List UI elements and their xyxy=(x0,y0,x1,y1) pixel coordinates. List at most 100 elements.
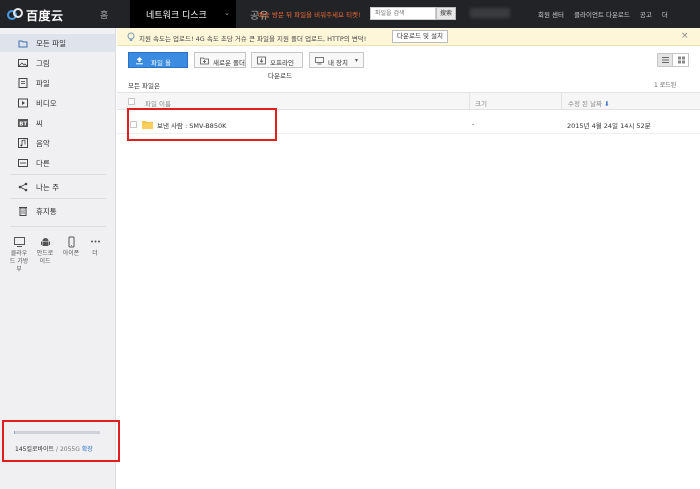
file-modified-date: 2015년 4월 24일 14시 52분 xyxy=(567,122,651,130)
grid-view-icon xyxy=(678,56,685,64)
device-android[interactable]: 안드로이드 xyxy=(34,236,56,266)
sidebar-item-music[interactable]: 음악 xyxy=(0,134,115,152)
sidebar-item-trash[interactable]: 휴지통 xyxy=(0,202,115,220)
svg-text:BT: BT xyxy=(19,121,27,127)
column-header-size[interactable]: 크기 xyxy=(475,98,487,108)
storage-separator: / xyxy=(55,446,59,453)
column-header-date-label: 수정 된 날짜 xyxy=(568,100,603,108)
sidebar-item-label: 나는 주 xyxy=(36,183,60,192)
new-folder-button[interactable]: 새로운 폴더 xyxy=(194,52,246,68)
baidu-cloud-logo[interactable]: 百度云 xyxy=(6,6,70,23)
announcement-link[interactable]: 공고 xyxy=(640,11,652,19)
select-all-checkbox[interactable] xyxy=(128,98,135,105)
upload-button-label: 파일 올 xyxy=(151,59,172,67)
device-cloud-bag[interactable]: 클라우드 가방 부 xyxy=(8,236,30,274)
sidebar-item-label: 다른 xyxy=(36,159,50,168)
view-toggle xyxy=(657,53,689,67)
file-size: - xyxy=(472,120,475,128)
sidebar-item-label: 음악 xyxy=(36,139,50,148)
list-view-icon xyxy=(662,57,669,63)
grid-view-button[interactable] xyxy=(674,54,689,66)
chevron-down-icon: ⌄ xyxy=(224,9,230,17)
bt-icon: BT xyxy=(18,119,28,127)
sidebar: 모든 파일 그림 파일 비디오 BT 씨 음악 다른 나는 주 휴지통 클라우드… xyxy=(0,28,120,489)
offline-sub-label: 다운로드 xyxy=(268,72,292,80)
share-icon xyxy=(18,182,28,192)
nav-network-disk[interactable]: 네트워크 디스크 ⌄ xyxy=(130,0,236,28)
sidebar-item-label: 그림 xyxy=(36,59,50,68)
top-links: 회원 센터 클라이언트 다운로드 공고 더 xyxy=(538,9,678,19)
lightbulb-icon xyxy=(127,32,135,41)
cloud-logo-icon xyxy=(7,8,23,20)
sidebar-item-videos[interactable]: 비디오 xyxy=(0,94,115,112)
sidebar-item-other[interactable]: 다른 xyxy=(0,154,115,172)
nav-network-disk-label: 네트워크 디스크 xyxy=(146,11,207,21)
storage-used: 145킬로바이트 xyxy=(15,446,55,453)
nav-home[interactable]: 홈 xyxy=(100,8,108,21)
search-input[interactable] xyxy=(370,7,436,20)
client-download-link[interactable]: 클라이언트 다운로드 xyxy=(574,11,630,19)
notice-bar: 지원 속도는 업로드! 4G 속도 초당 거슈 큰 파일을 지원 폴더 업로드,… xyxy=(117,28,700,46)
folder-icon xyxy=(18,40,28,48)
list-view-button[interactable] xyxy=(658,54,673,66)
sidebar-item-images[interactable]: 그림 xyxy=(0,54,115,72)
close-icon[interactable]: × xyxy=(681,31,689,41)
upload-icon xyxy=(136,57,143,65)
member-center-link[interactable]: 회원 센터 xyxy=(538,11,564,19)
search-box: 搜索 xyxy=(370,7,456,20)
sidebar-divider xyxy=(10,226,106,227)
column-header-name[interactable]: 파일 이름 xyxy=(145,98,171,108)
music-icon xyxy=(18,138,28,148)
upload-button[interactable]: 파일 올 xyxy=(128,52,188,68)
sidebar-item-all-files[interactable]: 모든 파일 xyxy=(0,34,115,52)
monitor-icon xyxy=(13,237,25,247)
storage-usage-bar xyxy=(14,431,100,434)
notice-text: 지원 속도는 업로드! 4G 속도 초당 거슈 큰 파일을 지원 폴더 업로드,… xyxy=(139,35,367,43)
device-links: 클라우드 가방 부 안드로이드 아이폰 더 xyxy=(8,236,108,281)
offline-download-button[interactable]: 오프라인 다운로드 xyxy=(251,52,303,80)
sidebar-item-documents[interactable]: 파일 xyxy=(0,74,115,92)
sidebar-item-my-shares[interactable]: 나는 주 xyxy=(0,178,115,196)
download-install-button[interactable]: 다운로드 및 설치 xyxy=(392,30,448,43)
sidebar-item-label: 비디오 xyxy=(36,99,57,108)
toolbar: 파일 올 새로운 폴더 오프라인 다운로드 내 장치 ▾ xyxy=(117,52,700,80)
offline-label: 오프라인 xyxy=(270,59,294,67)
offline-download-icon xyxy=(257,56,266,65)
promo-link[interactable]: 배송 방문 뒤 파일을 비워주세요 티켓! xyxy=(258,9,361,19)
device-more[interactable]: 더 xyxy=(84,236,106,258)
more-link[interactable]: 더 xyxy=(662,11,668,19)
android-icon xyxy=(40,238,50,246)
phone-icon xyxy=(68,236,74,248)
column-header-date[interactable]: 수정 된 날짜 ⬇ xyxy=(568,98,610,108)
device-label: 클라우드 가방 부 xyxy=(9,250,29,273)
storage-quota-panel: 145킬로바이트 / 2055G 확장 xyxy=(2,420,120,462)
device-label: 안드로이드 xyxy=(36,250,54,265)
search-button[interactable]: 搜索 xyxy=(436,7,456,20)
storage-quota-text: 145킬로바이트 / 2055G 확장 xyxy=(15,444,93,453)
storage-usage-fill xyxy=(14,431,15,434)
chevron-down-icon: ▾ xyxy=(355,57,359,64)
image-icon xyxy=(18,59,28,67)
trash-icon xyxy=(19,207,27,216)
my-device-button[interactable]: 내 장치 ▾ xyxy=(309,52,364,68)
more-icon xyxy=(90,240,100,243)
loaded-count: 1 로드된 xyxy=(654,82,677,89)
column-divider xyxy=(561,93,562,110)
more-icon xyxy=(18,159,28,167)
device-label: 아이폰 xyxy=(62,250,80,257)
logo-text: 百度云 xyxy=(26,9,64,23)
user-name[interactable] xyxy=(470,8,510,18)
device-icon xyxy=(315,57,324,65)
device-iphone[interactable]: 아이폰 xyxy=(60,236,82,258)
sidebar-item-label: 파일 xyxy=(36,79,50,88)
document-icon xyxy=(18,78,28,88)
sidebar-item-label: 모든 파일 xyxy=(36,39,66,48)
video-icon xyxy=(18,98,28,108)
breadcrumb[interactable]: 모든 파일은 xyxy=(128,80,160,90)
column-divider xyxy=(469,93,470,110)
expand-storage-link[interactable]: 확장 xyxy=(82,446,93,453)
sidebar-item-label: 휴지통 xyxy=(36,207,57,216)
sidebar-item-torrents[interactable]: BT 씨 xyxy=(0,114,115,132)
device-label: 더 xyxy=(92,250,98,257)
new-folder-label: 새로운 폴더 xyxy=(213,59,245,67)
